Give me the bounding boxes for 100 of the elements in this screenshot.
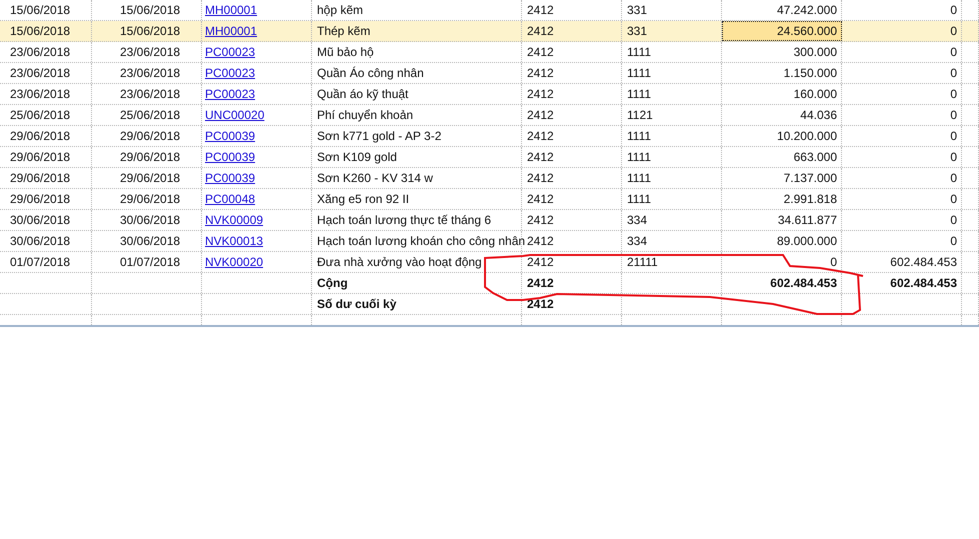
table-cell: 23/06/2018: [0, 63, 92, 83]
table-cell: 30/06/2018: [0, 231, 92, 251]
table-cell: 2412: [522, 84, 622, 104]
table-cell: Xăng e5 ron 92 II: [312, 189, 522, 209]
voucher-link[interactable]: PC00023: [205, 87, 256, 101]
table-cell: 29/06/2018: [0, 147, 92, 167]
voucher-link[interactable]: MH00001: [205, 24, 258, 38]
table-cell: 2412: [522, 189, 622, 209]
table-cell: 0: [842, 63, 962, 83]
table-cell: 2412: [522, 21, 622, 41]
table-cell: 0: [842, 0, 962, 20]
table-cell: 29/06/2018: [92, 168, 202, 188]
table-cell: Đưa nhà xưởng vào hoạt động: [312, 252, 522, 272]
table-cell: 2412: [522, 210, 622, 230]
table-cell: 0: [842, 231, 962, 251]
table-cell: Hạch toán lương khoán cho công nhân: [312, 231, 522, 251]
table-cell: 29/06/2018: [92, 189, 202, 209]
voucher-link[interactable]: PC00039: [205, 129, 256, 143]
table-cell: Sơn K260 - KV 314 w: [312, 168, 522, 188]
table-cell: 7.137.000: [722, 168, 842, 188]
table-cell: 29/06/2018: [92, 126, 202, 146]
table-cell: Mũ bảo hộ: [312, 42, 522, 62]
table-cell: 2412: [522, 63, 622, 83]
table-cell: 0: [842, 126, 962, 146]
table-cell: 0: [722, 252, 842, 272]
table-cell: 2.991.818: [722, 189, 842, 209]
table-cell: 1111: [622, 42, 722, 62]
table-cell: 23/06/2018: [92, 42, 202, 62]
table-cell: 01/07/2018: [0, 252, 92, 272]
table-cell: 1111: [622, 189, 722, 209]
table-cell: 0: [842, 84, 962, 104]
voucher-link[interactable]: NVK00020: [205, 255, 264, 269]
voucher-link[interactable]: PC00023: [205, 66, 256, 80]
table-cell: 23/06/2018: [92, 63, 202, 83]
table-cell: 2412: [522, 42, 622, 62]
table-cell: 2412: [522, 294, 622, 314]
table-cell: 44.036: [722, 105, 842, 125]
voucher-link[interactable]: PC00039: [205, 150, 256, 164]
table-cell: 29/06/2018: [0, 126, 92, 146]
table-cell: 30/06/2018: [92, 210, 202, 230]
voucher-link[interactable]: UNC00020: [205, 108, 264, 122]
table-cell: Phí chuyển khoản: [312, 105, 522, 125]
table-cell: 334: [622, 231, 722, 251]
table-cell: Số dư cuối kỳ: [312, 294, 522, 314]
table-cell: hộp kẽm: [312, 0, 522, 20]
table-cell: 602.484.453: [842, 273, 962, 293]
table-cell: 602.484.453: [722, 273, 842, 293]
table-cell: 34.611.877: [722, 210, 842, 230]
table-cell: Sơn K109 gold: [312, 147, 522, 167]
table-cell: Cộng: [312, 273, 522, 293]
table-cell: 1111: [622, 126, 722, 146]
table-cell: 15/06/2018: [92, 0, 202, 20]
table-cell: 29/06/2018: [0, 189, 92, 209]
table-cell: 15/06/2018: [92, 21, 202, 41]
table-cell: 0: [842, 42, 962, 62]
table-cell: 15/06/2018: [0, 0, 92, 20]
table-cell: 30/06/2018: [92, 231, 202, 251]
voucher-link[interactable]: NVK00013: [205, 234, 264, 248]
table-cell: 89.000.000: [722, 231, 842, 251]
table-cell: Quần áo kỹ thuật: [312, 84, 522, 104]
table-cell: Quần Áo công nhân: [312, 63, 522, 83]
table-cell: Thép kẽm: [312, 21, 522, 41]
table-cell: 29/06/2018: [92, 147, 202, 167]
table-cell: 0: [842, 210, 962, 230]
table-cell: 1111: [622, 168, 722, 188]
table-cell: 1121: [622, 105, 722, 125]
table-cell: 0: [842, 147, 962, 167]
table-cell: 2412: [522, 105, 622, 125]
table-cell: 300.000: [722, 42, 842, 62]
voucher-link[interactable]: PC00023: [205, 45, 256, 59]
table-cell: 1.150.000: [722, 63, 842, 83]
table-cell: 1111: [622, 147, 722, 167]
voucher-link[interactable]: MH00001: [205, 3, 258, 17]
voucher-link[interactable]: PC00048: [205, 192, 256, 206]
table-cell: 2412: [522, 126, 622, 146]
table-cell: 2412: [522, 168, 622, 188]
table-cell: 2412: [522, 147, 622, 167]
table-cell: 334: [622, 210, 722, 230]
table-cell: 25/06/2018: [0, 105, 92, 125]
table-cell: 23/06/2018: [92, 84, 202, 104]
table-cell: 0: [842, 168, 962, 188]
table-cell: 331: [622, 0, 722, 20]
table-cell: 23/06/2018: [0, 84, 92, 104]
table-cell: Sơn k771 gold - AP 3-2: [312, 126, 522, 146]
voucher-link[interactable]: NVK00009: [205, 213, 264, 227]
table-cell: 2412: [522, 252, 622, 272]
table-cell: 21111: [622, 252, 722, 272]
table-cell: 01/07/2018: [92, 252, 202, 272]
table-cell: 0: [842, 105, 962, 125]
table-cell: 1111: [622, 63, 722, 83]
voucher-link[interactable]: PC00039: [205, 171, 256, 185]
table-cell: 2412: [522, 0, 622, 20]
table-cell: 15/06/2018: [0, 21, 92, 41]
table-cell: 2412: [522, 273, 622, 293]
table-cell: 663.000: [722, 147, 842, 167]
focused-cell: 24.560.000: [722, 21, 842, 41]
table-cell: 25/06/2018: [92, 105, 202, 125]
table-cell: 1111: [622, 84, 722, 104]
table-cell: 0: [842, 21, 962, 41]
table-cell: 30/06/2018: [0, 210, 92, 230]
